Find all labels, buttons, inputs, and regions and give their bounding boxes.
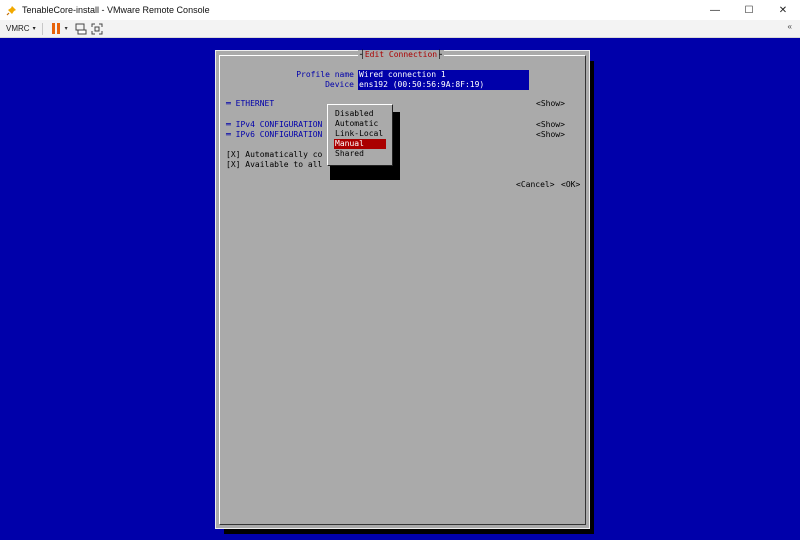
available-to-all-checkbox[interactable]: [X] Available to all [226, 160, 322, 170]
cancel-button[interactable]: <Cancel> [516, 180, 555, 190]
maximize-button[interactable]: ☐ [732, 0, 766, 20]
edit-connection-dialog: Edit Connection Profile name Wired conne… [215, 50, 590, 529]
pause-menu-chevron-icon[interactable]: ▾ [65, 25, 68, 32]
ok-button[interactable]: <OK> [561, 180, 580, 190]
pause-icon[interactable] [49, 22, 63, 36]
pin-icon [5, 4, 17, 16]
show-ipv4-button[interactable]: <Show> [536, 120, 565, 130]
show-ethernet-button[interactable]: <Show> [536, 99, 565, 109]
popup-option-automatic[interactable]: Automatic [334, 119, 386, 129]
vmrc-menu-button[interactable]: VMRC ▾ [6, 24, 36, 33]
chevron-down-icon: ▾ [32, 26, 36, 32]
device-label: Device [325, 80, 354, 89]
ipv4-method-popup: Disabled Automatic Link-Local Manual Sha… [327, 104, 393, 166]
profile-name-label: Profile name [296, 70, 354, 79]
dialog-title: Edit Connection [358, 50, 444, 60]
close-icon: ✕ [778, 4, 788, 16]
profile-name-field[interactable]: Wired connection 1 [358, 70, 529, 80]
maximize-icon: ☐ [744, 4, 754, 16]
vmrc-toolbar: VMRC ▾ ▾ « [0, 20, 800, 38]
toolbar-divider [41, 22, 43, 35]
window-controls: — ☐ ✕ [698, 0, 800, 20]
section-ipv6[interactable]: ═ IPv6 CONFIGURATION [226, 130, 322, 140]
close-button[interactable]: ✕ [766, 0, 800, 20]
auto-connect-checkbox[interactable]: [X] Automatically co [226, 150, 322, 160]
popup-option-link-local[interactable]: Link-Local [334, 129, 386, 139]
vmrc-menu-label: VMRC [6, 24, 30, 33]
section-ipv4[interactable]: ═ IPv4 CONFIGURATION [226, 120, 322, 130]
minimize-button[interactable]: — [698, 0, 732, 20]
device-field[interactable]: ens192 (00:50:56:9A:8F:19) [358, 80, 529, 90]
send-ctrl-alt-del-icon[interactable] [74, 22, 88, 36]
window-titlebar: TenableCore-install - VMware Remote Cons… [0, 0, 800, 20]
section-ethernet[interactable]: ═ ETHERNET [226, 99, 274, 109]
popup-option-shared[interactable]: Shared [334, 149, 386, 159]
collapse-toolbar-icon[interactable]: « [788, 22, 792, 31]
popup-option-manual[interactable]: Manual [334, 139, 386, 149]
window-title: TenableCore-install - VMware Remote Cons… [22, 5, 210, 15]
minimize-icon: — [710, 4, 720, 16]
fullscreen-icon[interactable] [90, 22, 104, 36]
popup-option-disabled[interactable]: Disabled [334, 109, 386, 119]
show-ipv6-button[interactable]: <Show> [536, 130, 565, 140]
